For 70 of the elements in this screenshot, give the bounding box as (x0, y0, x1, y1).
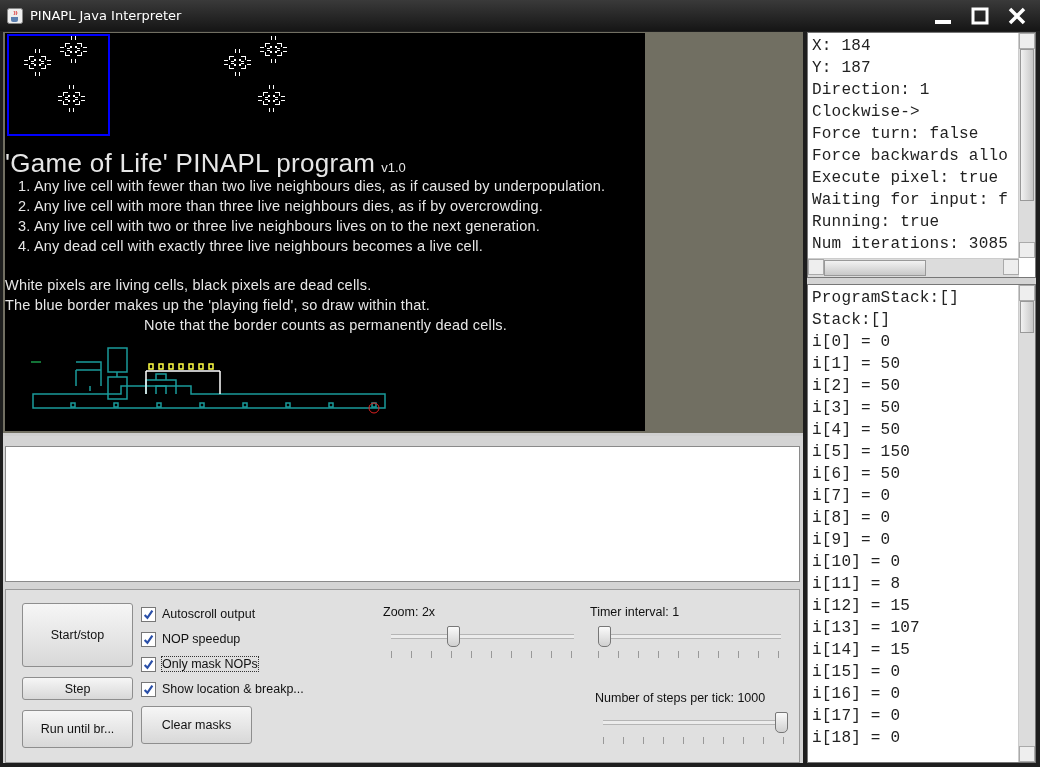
scroll-thumb[interactable] (1020, 301, 1034, 333)
start-stop-button[interactable]: Start/stop (22, 603, 133, 667)
stack-line: i[4] = 50 (812, 420, 902, 441)
rule-text: 3. Any live cell with two or three live neighbours lives on to the next generation. (18, 217, 541, 236)
stack-line: i[11] = 8 (812, 574, 902, 595)
scroll-thumb[interactable] (824, 260, 926, 276)
stack-line: i[6] = 50 (812, 464, 902, 485)
stack-text-area[interactable] (807, 284, 1036, 763)
info-line: Execute pixel: true (812, 168, 1000, 189)
close-icon[interactable] (1007, 5, 1027, 26)
slider-thumb[interactable] (447, 626, 461, 647)
stack-line: i[1] = 50 (812, 354, 902, 375)
stack-line: i[7] = 0 (812, 486, 892, 507)
info-line: Waiting for input: f (812, 190, 1010, 211)
stack-line: i[9] = 0 (812, 530, 892, 551)
rule-text: 1. Any live cell with fewer than two live neighbours dies, as if caused by underpopulation. (18, 177, 607, 196)
stack-line: i[18] = 0 (812, 728, 902, 749)
stack-line: ProgramStack:[] (812, 288, 961, 309)
stack-line: i[0] = 0 (812, 332, 892, 353)
stack-line: i[14] = 15 (812, 640, 911, 661)
coffee-cup-icon (7, 7, 23, 24)
stack-line: i[10] = 0 (812, 552, 902, 573)
stack-line: i[8] = 0 (812, 508, 892, 529)
stack-line: i[12] = 15 (812, 596, 911, 617)
checkbox[interactable] (141, 681, 156, 697)
slider-thumb[interactable] (774, 712, 788, 733)
slider-label: Timer interval: 1 (590, 605, 681, 621)
info-line: X: 184 (812, 36, 872, 57)
stack-line: i[3] = 50 (812, 398, 902, 419)
run-until-button[interactable]: Run until br... (22, 710, 133, 748)
info-line: Y: 187 (812, 58, 872, 79)
version-label: v1.0 (381, 160, 406, 175)
stack-line: i[13] = 107 (812, 618, 921, 639)
program-title: 'Game of Life' PINAPL program (5, 148, 376, 179)
note-text: Note that the border counts as permanently dead cells. (143, 316, 509, 335)
stack-line: i[17] = 0 (812, 706, 902, 727)
stack-line: Stack:[] (812, 310, 892, 331)
info-line: Running: true (812, 212, 941, 233)
info-line: Num iterations: 3085 (812, 234, 1010, 255)
rule-text: 2. Any live cell with more than three live neighbours dies, as if by overcrowding. (18, 197, 544, 216)
info-text-area[interactable]: X: 184 Y: 187 Direction: 1 Clockwise-> Force turn: false Force backwards allo Execute pixel: true Waiting for input: f Running: true Num iterations: 3085 (807, 32, 1036, 278)
slider-label: Zoom: 2x (383, 605, 437, 621)
stack-line: i[15] = 0 (812, 662, 902, 683)
stack-line: i[2] = 50 (812, 376, 902, 397)
checkbox-label[interactable]: Only mask NOPs (161, 656, 259, 672)
stack-line: i[16] = 0 (812, 684, 902, 705)
stack-line: i[5] = 150 (812, 442, 911, 463)
step-button[interactable]: Step (22, 677, 133, 700)
checkbox[interactable] (141, 606, 156, 622)
checkbox[interactable] (141, 631, 156, 647)
note-text: The blue border makes up the 'playing field', so draw within that. (5, 296, 431, 315)
clear-masks-button[interactable]: Clear masks (141, 706, 252, 744)
info-line: Direction: 1 (812, 80, 931, 101)
checkbox-label[interactable]: Show location & breakp... (161, 681, 305, 697)
horizontal-scrollbar[interactable] (808, 258, 1019, 277)
scroll-thumb[interactable] (1020, 49, 1034, 201)
rule-text: 4. Any dead cell with exactly three live neighbours becomes a live cell. (18, 237, 484, 256)
vertical-scrollbar[interactable] (1018, 285, 1035, 762)
note-text: White pixels are living cells, black pixels are dead cells. (5, 276, 373, 295)
checkbox-label[interactable]: Autoscroll output (161, 606, 257, 622)
info-line: Force backwards allo (812, 146, 1010, 167)
slider-label: Number of steps per tick: 1000 (595, 691, 767, 707)
checkbox-label[interactable]: NOP speedup (161, 631, 242, 647)
vertical-scrollbar[interactable] (1018, 33, 1035, 258)
maximize-icon[interactable] (970, 5, 990, 26)
info-line: Clockwise-> (812, 102, 921, 123)
info-line: Force turn: false (812, 124, 980, 145)
window-title: PINAPL Java Interpreter (30, 8, 182, 23)
slider-thumb[interactable] (597, 626, 611, 647)
checkbox[interactable] (141, 656, 156, 672)
